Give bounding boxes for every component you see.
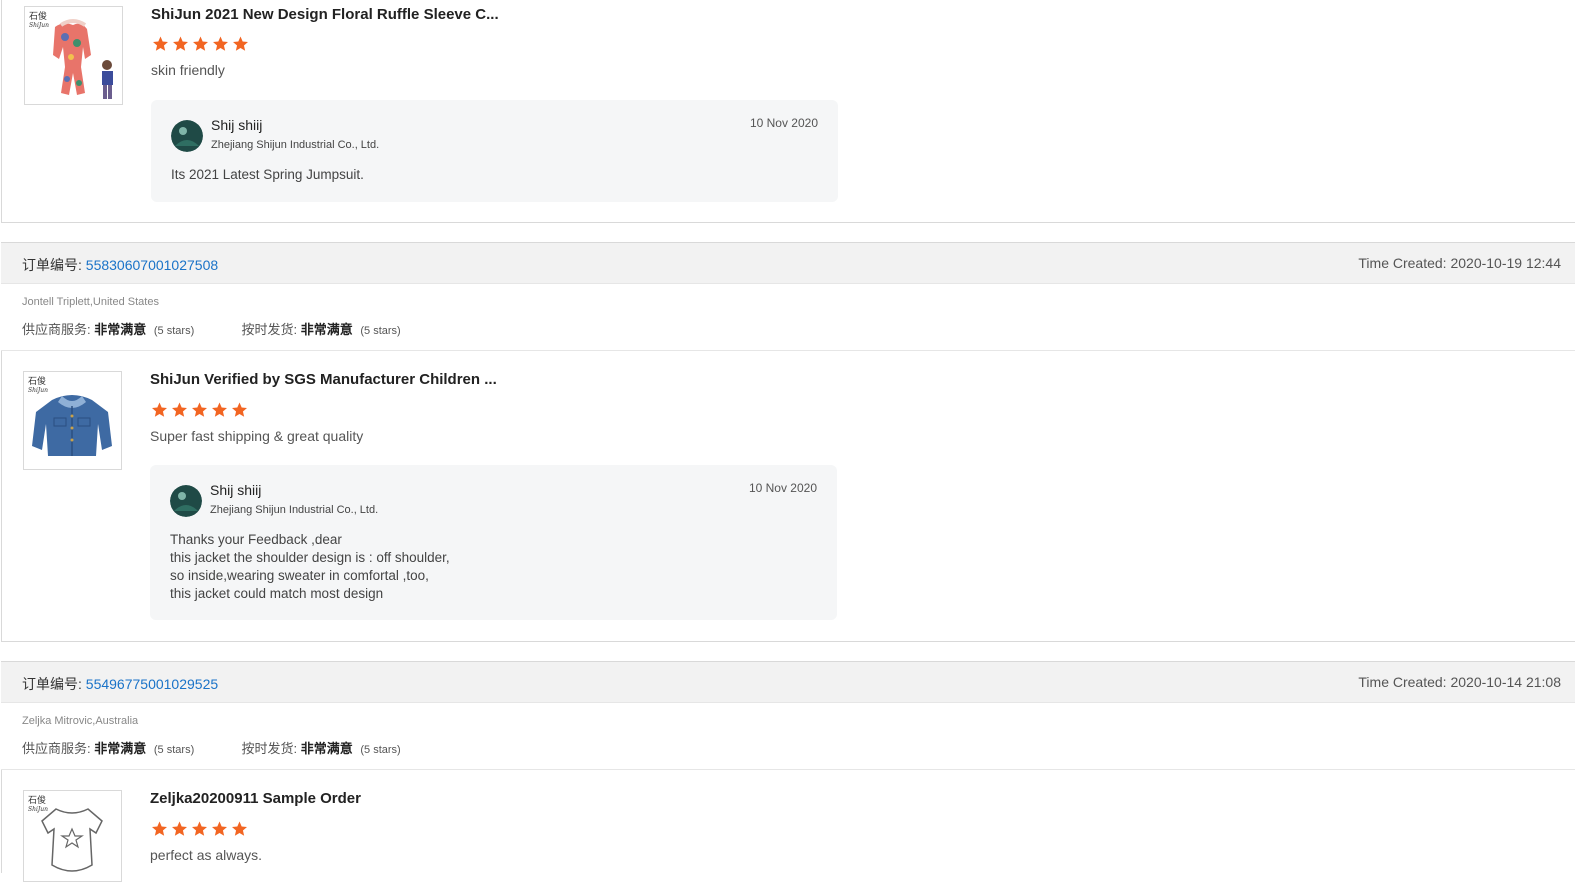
star-rating: [151, 35, 251, 58]
seller-company: Zhejiang Shijun Industrial Co., Ltd.: [210, 504, 379, 516]
supplier-service-stars: (5 stars): [153, 325, 195, 337]
svg-text:ShiJun: ShiJun: [28, 387, 48, 394]
order-number-label: 订单编号:: [22, 257, 82, 273]
product-row: 石俊 ShiJun ShiJun Verified by SGS Manufac…: [1, 351, 1575, 642]
on-time-stars: (5 stars): [360, 325, 401, 337]
seller-company: Zhejiang Shijun Industrial Co., Ltd.: [211, 139, 380, 151]
star-icon: [212, 402, 227, 417]
star-rating: [150, 820, 250, 843]
product-row: 石俊 ShiJun Zeljka20200911 Sample Order pe…: [1, 770, 1575, 882]
service-ratings: 供应商服务: 非常满意 (5 stars) 按时发货: 非常满意 (5 star…: [22, 319, 401, 338]
supplier-service-value: 非常满意: [94, 322, 147, 337]
star-rating: [150, 401, 250, 424]
time-created: Time Created: 2020-10-19 12:44: [1358, 255, 1561, 271]
star-icon: [213, 36, 228, 51]
product-row: 石俊 ShiJun ShiJun 2021 New Design Floral …: [3, 0, 1575, 222]
product-title[interactable]: ShiJun Verified by SGS Manufacturer Chil…: [150, 371, 497, 388]
buyer-name-country: Jontell Triplett,United States: [22, 296, 159, 308]
star-icon: [153, 36, 168, 51]
product-title[interactable]: Zeljka20200911 Sample Order: [150, 790, 361, 807]
order-header: 订单编号: 55496775001029525 Time Created: 20…: [1, 661, 1575, 703]
svg-text:石俊: 石俊: [29, 10, 47, 22]
review-card: 石俊 ShiJun ShiJun 2021 New Design Floral …: [1, 0, 1575, 223]
supplier-service-label: 供应商服务:: [22, 322, 91, 337]
product-thumbnail[interactable]: 石俊 ShiJun: [24, 6, 123, 105]
review-text: perfect as always.: [150, 847, 263, 863]
order-header: 订单编号: 55830607001027508 Time Created: 20…: [1, 242, 1575, 284]
review-text: Super fast shipping & great quality: [150, 428, 364, 444]
product-thumbnail[interactable]: 石俊 ShiJun: [23, 790, 122, 882]
supplier-service-label: 供应商服务:: [22, 741, 91, 756]
star-icon: [172, 402, 187, 417]
order-number-label: 订单编号:: [22, 676, 82, 692]
star-icon: [152, 821, 167, 836]
order-id-link[interactable]: 55830607001027508: [86, 257, 218, 273]
seller-reply: Shij shiij Zhejiang Shijun Industrial Co…: [150, 465, 837, 620]
star-icon: [212, 821, 227, 836]
svg-text:石俊: 石俊: [28, 375, 46, 387]
on-time-label: 按时发货:: [241, 741, 298, 756]
on-time-label: 按时发货:: [241, 322, 298, 337]
service-ratings: 供应商服务: 非常满意 (5 stars) 按时发货: 非常满意 (5 star…: [22, 738, 401, 757]
star-icon: [192, 402, 207, 417]
buyer-info: Jontell Triplett,United States 供应商服务: 非常…: [1, 284, 1575, 351]
seller-avatar: [170, 485, 202, 517]
product-title[interactable]: ShiJun 2021 New Design Floral Ruffle Sle…: [151, 6, 499, 23]
order-id-link[interactable]: 55496775001029525: [86, 676, 218, 692]
star-icon: [232, 821, 247, 836]
on-time-value: 非常满意: [300, 322, 353, 337]
order-number: 订单编号: 55496775001029525: [22, 674, 218, 694]
seller-reply: Shij shiij Zhejiang Shijun Industrial Co…: [151, 100, 838, 202]
order-number: 订单编号: 55830607001027508: [22, 255, 218, 275]
reply-text: Thanks your Feedback ,dear this jacket t…: [170, 532, 450, 601]
review-text: skin friendly: [151, 62, 225, 78]
seller-name: Shij shiij: [211, 117, 263, 133]
svg-text:石俊: 石俊: [28, 794, 46, 806]
on-time-value: 非常满意: [300, 741, 353, 756]
seller-avatar: [171, 120, 203, 152]
star-icon: [172, 821, 187, 836]
time-created: Time Created: 2020-10-14 21:08: [1358, 674, 1561, 690]
on-time-stars: (5 stars): [360, 744, 401, 756]
svg-text:ShiJun: ShiJun: [28, 806, 48, 813]
star-icon: [152, 402, 167, 417]
reply-date: 10 Nov 2020: [748, 481, 817, 495]
star-icon: [192, 821, 207, 836]
svg-text:ShiJun: ShiJun: [29, 22, 49, 29]
star-icon: [233, 36, 248, 51]
seller-name: Shij shiij: [210, 482, 262, 498]
feedback-page: 石俊 ShiJun ShiJun 2021 New Design Floral …: [0, 0, 1575, 882]
supplier-service-stars: (5 stars): [153, 744, 195, 756]
buyer-info: Zeljka Mitrovic,Australia 供应商服务: 非常满意 (5…: [1, 703, 1575, 770]
reply-date: 10 Nov 2020: [749, 116, 818, 130]
reply-text: Its 2021 Latest Spring Jumpsuit.: [171, 167, 364, 182]
product-thumbnail[interactable]: 石俊 ShiJun: [23, 371, 122, 470]
star-icon: [173, 36, 188, 51]
star-icon: [193, 36, 208, 51]
buyer-name-country: Zeljka Mitrovic,Australia: [22, 715, 139, 727]
star-icon: [232, 402, 247, 417]
supplier-service-value: 非常满意: [94, 741, 147, 756]
